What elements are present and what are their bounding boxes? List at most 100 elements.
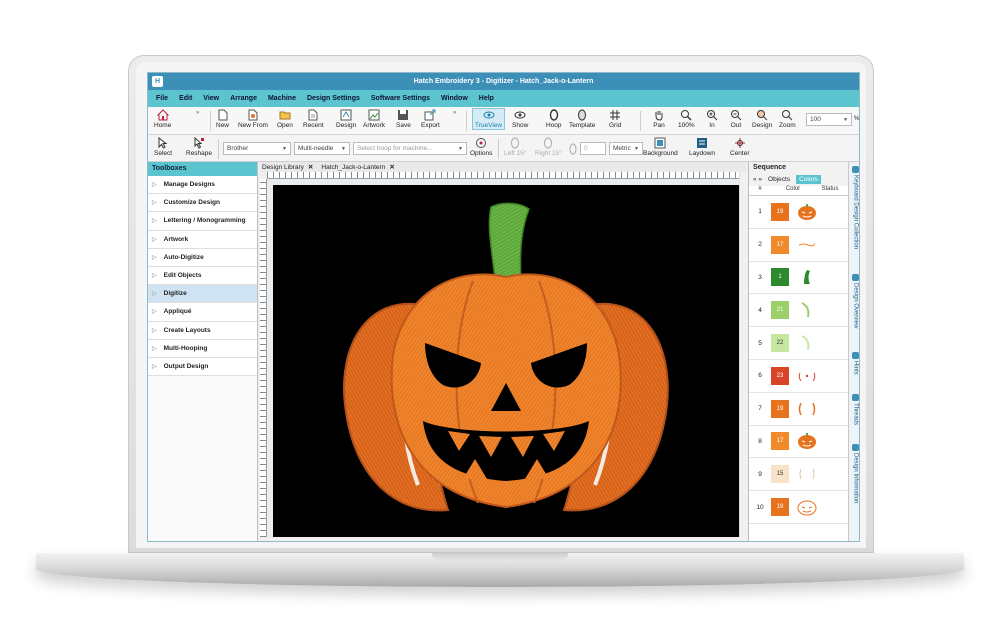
thread-color-swatch[interactable]: 17	[771, 432, 789, 451]
design-canvas[interactable]	[267, 179, 739, 537]
color-block-thumbnail	[795, 267, 819, 287]
new-from-button[interactable]: New From	[238, 109, 268, 129]
toolbox-multi-hooping[interactable]: ▷ Multi-Hooping	[148, 339, 257, 358]
menu-arrange[interactable]: Arrange	[230, 95, 257, 102]
save-button[interactable]: Save	[396, 109, 411, 129]
menu-view[interactable]: View	[203, 95, 219, 102]
zoom-in-icon	[706, 109, 718, 121]
sequence-nav-arrows[interactable]: « »	[753, 176, 762, 183]
toolbox-output-design[interactable]: ▷ Output Design	[148, 357, 257, 377]
tab-objects[interactable]: Objects	[768, 176, 790, 183]
sequence-row[interactable]: 7 19	[749, 393, 848, 426]
toolbox-customize-design[interactable]: ▷ Customize Design	[148, 194, 257, 213]
thread-color-swatch[interactable]: 21	[771, 301, 789, 320]
zoom-level-select[interactable]: 100 ▼	[806, 113, 852, 126]
thread-color-swatch[interactable]: 23	[771, 366, 789, 385]
canvas-vertical-scrollbar[interactable]	[739, 172, 746, 537]
chevron-right-icon: ▷	[152, 273, 157, 280]
units-select[interactable]: Metric ▼	[609, 142, 643, 155]
options-button[interactable]: Options	[470, 137, 492, 157]
chevron-right-icon: ▷	[152, 363, 157, 370]
sequence-row[interactable]: 1 19	[749, 196, 848, 229]
sequence-row[interactable]: 8 17	[749, 426, 848, 459]
toolbox-lettering[interactable]: ▷ Lettering / Monogramming	[148, 212, 257, 231]
chevron-down-icon: ▼	[634, 145, 639, 152]
menu-edit[interactable]: Edit	[179, 95, 192, 102]
recent-button[interactable]: Recent	[303, 109, 324, 129]
toolbar-divider	[466, 111, 467, 131]
hoop-button[interactable]: Hoop	[546, 109, 562, 129]
thread-color-swatch[interactable]: 17	[771, 235, 789, 254]
sequence-row[interactable]: 2 17	[749, 229, 848, 262]
sequence-row[interactable]: 31	[749, 262, 848, 295]
home-button[interactable]: Home	[154, 109, 171, 129]
thread-color-swatch[interactable]: 1	[771, 268, 789, 287]
thread-color-swatch[interactable]: 22	[771, 334, 789, 353]
hoop-select[interactable]: Select hoop for machine... ▼	[353, 142, 467, 155]
expand-chevron-icon[interactable]: »	[453, 110, 456, 116]
reshape-button[interactable]: Reshape	[186, 137, 212, 157]
side-tab-threads[interactable]: Threads	[849, 394, 859, 425]
sequence-row[interactable]: 6 23	[749, 360, 848, 393]
zoom-button[interactable]: Zoom	[779, 109, 796, 129]
menu-file[interactable]: File	[156, 95, 168, 102]
tab-colors[interactable]: Colors	[796, 175, 821, 184]
toolbox-digitize[interactable]: ▷ Digitize	[148, 285, 257, 304]
export-button[interactable]: Export	[421, 109, 440, 129]
artwork-button[interactable]: Artwork	[363, 109, 385, 129]
menu-software-settings[interactable]: Software Settings	[371, 95, 430, 102]
select-button[interactable]: Select	[154, 137, 172, 157]
pan-button[interactable]: Pan	[653, 109, 665, 129]
zoom-in-button[interactable]: In	[706, 109, 718, 129]
menu-window[interactable]: Window	[441, 95, 468, 102]
show-button[interactable]: Show	[512, 109, 528, 129]
sequence-row[interactable]: 10 19	[749, 491, 848, 524]
zoom-100-button[interactable]: 100%	[678, 109, 695, 129]
sequence-row[interactable]: 4 21	[749, 294, 848, 328]
toolbox-applique[interactable]: ▷ Appliqué	[148, 303, 257, 322]
close-icon[interactable]: ✕	[308, 163, 313, 171]
tab-design-library[interactable]: Design Library ✕	[262, 162, 313, 172]
canvas-horizontal-scrollbar[interactable]	[260, 537, 746, 541]
toolbox-auto-digitize[interactable]: ▷ Auto-Digitize	[148, 248, 257, 267]
side-tab-design-overview[interactable]: Design Overview	[849, 274, 859, 328]
rotate-right-button[interactable]: Right 15°	[535, 137, 562, 157]
rotate-left-button[interactable]: Left 15°	[504, 137, 526, 157]
toolbox-manage-designs[interactable]: ▷ Manage Designs	[148, 176, 257, 195]
toolboxes-title: Toolboxes	[148, 162, 257, 176]
new-button[interactable]: New	[216, 109, 229, 129]
template-button[interactable]: Template	[569, 109, 595, 129]
center-button[interactable]: Center	[730, 137, 750, 157]
tab-jack-o-lantern[interactable]: Hatch_Jack-o-Lantern ✕	[321, 162, 394, 172]
menu-design-settings[interactable]: Design Settings	[307, 95, 360, 102]
machine-brand-select[interactable]: Brother ▼	[223, 142, 291, 155]
thread-color-swatch[interactable]: 19	[771, 202, 789, 221]
toolbox-create-layouts[interactable]: ▷ Create Layouts	[148, 321, 257, 340]
menu-help[interactable]: Help	[479, 95, 494, 102]
background-button[interactable]: Background	[643, 137, 678, 157]
sequence-row[interactable]: 5 22	[749, 327, 848, 360]
machine-type-select[interactable]: Multi-needle ▼	[294, 142, 350, 155]
laydown-button[interactable]: Laydown	[689, 137, 715, 157]
menu-machine[interactable]: Machine	[268, 95, 296, 102]
thread-color-swatch[interactable]: 19	[771, 498, 789, 517]
side-tab-hints[interactable]: Hints	[849, 352, 859, 375]
close-icon[interactable]: ✕	[389, 163, 394, 171]
grid-button[interactable]: Grid	[609, 109, 621, 129]
side-tab-design-information[interactable]: Design Information	[849, 444, 859, 503]
thread-color-swatch[interactable]: 19	[771, 399, 789, 418]
side-tab-keyboard-design-collection[interactable]: Keyboard Design Collection	[849, 166, 859, 249]
toolbox-edit-objects[interactable]: ▷ Edit Objects	[148, 266, 257, 286]
toolbox-artwork[interactable]: ▷ Artwork	[148, 230, 257, 249]
window-title: Hatch Embroidery 3 - Digitizer - Hatch_J…	[413, 78, 594, 85]
open-button[interactable]: Open	[277, 109, 293, 129]
zoom-design-button[interactable]: Design	[752, 109, 772, 129]
angle-input[interactable]: 0	[580, 142, 606, 155]
zoom-out-button[interactable]: Out	[730, 109, 742, 129]
thread-color-swatch[interactable]: 15	[771, 465, 789, 484]
sequence-row[interactable]: 9 15	[749, 458, 848, 492]
design-button[interactable]: Design	[336, 109, 356, 129]
expand-chevron-icon[interactable]: »	[196, 110, 199, 116]
trueview-button[interactable]: TrueView	[472, 108, 506, 130]
artwork-icon	[368, 109, 380, 121]
